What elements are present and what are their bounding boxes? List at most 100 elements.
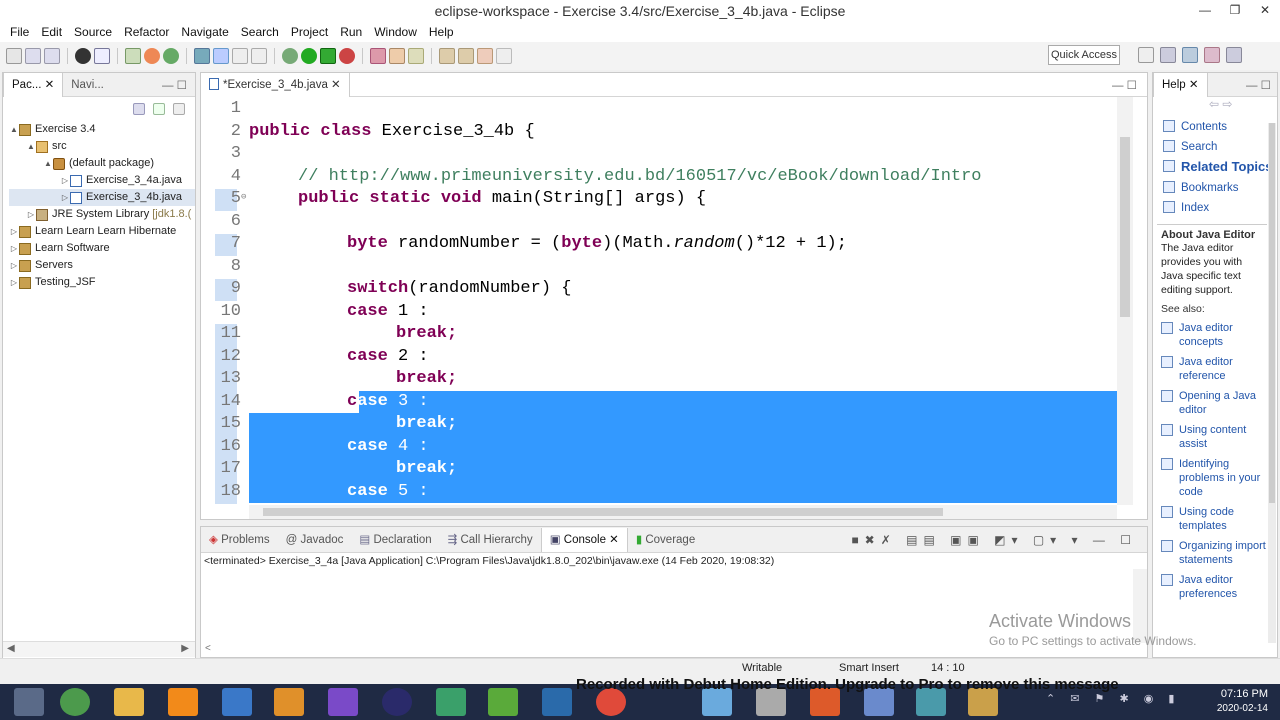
menu-navigate[interactable]: Navigate [175, 25, 234, 39]
save-all-icon[interactable] [44, 48, 60, 64]
help-minimize-maximize-icon[interactable]: — ☐ [1246, 78, 1277, 92]
tab-javadoc[interactable]: @ Javadoc [278, 528, 352, 552]
tab-exercise-3-4b[interactable]: *Exercise_3_4b.java ✕ [201, 72, 350, 97]
back-icon[interactable] [477, 48, 493, 64]
media-player-icon[interactable] [274, 688, 304, 716]
menu-window[interactable]: Window [368, 25, 423, 39]
help-link-item[interactable]: Identifying problems in your code [1161, 457, 1267, 499]
terminal-icon[interactable] [94, 48, 110, 64]
tree-item[interactable]: ▷ Exercise_3_4a.java [9, 172, 195, 189]
save-icon[interactable] [25, 48, 41, 64]
debug-icon[interactable] [75, 48, 91, 64]
help-bookmarks-link[interactable]: Bookmarks [1163, 178, 1277, 198]
help-related-topics-link[interactable]: Related Topics [1163, 159, 1277, 174]
console-scroll-left-icon[interactable]: < [205, 643, 211, 654]
collapsed-twisty-icon[interactable]: ▷ [26, 206, 36, 223]
help-link-item[interactable]: Organizing import statements [1161, 539, 1267, 567]
tree-item[interactable]: ▷ Exercise_3_4b.java [9, 189, 195, 206]
debug-run-icon[interactable] [282, 48, 298, 64]
new-package-icon[interactable] [163, 48, 179, 64]
help-link-item[interactable]: Using code templates [1161, 505, 1267, 533]
menu-project[interactable]: Project [285, 25, 334, 39]
menu-source[interactable]: Source [68, 25, 118, 39]
tab-package-explorer[interactable]: Pac... ✕ [3, 72, 64, 97]
open-type-icon[interactable] [194, 48, 210, 64]
forward-icon[interactable] [496, 48, 512, 64]
tree-item[interactable]: ▲ (default package) [9, 155, 195, 172]
explorer-horizontal-scrollbar[interactable]: ◀ ▶ [3, 641, 195, 657]
collapsed-twisty-icon[interactable]: ▷ [9, 223, 19, 240]
tab-coverage[interactable]: ▮ Coverage [628, 528, 703, 552]
run-icon[interactable] [301, 48, 317, 64]
help-link-item[interactable]: Using content assist [1161, 423, 1267, 451]
minimize-button[interactable]: — [1190, 0, 1220, 22]
tab-help[interactable]: Help ✕ [1153, 72, 1208, 97]
minimize-maximize-icon[interactable]: — ☐ [162, 78, 195, 92]
vlc-icon[interactable] [168, 688, 198, 716]
start-icon[interactable] [14, 688, 44, 716]
link-with-editor-icon[interactable] [153, 103, 165, 115]
console-vertical-scrollbar[interactable] [1133, 569, 1147, 643]
help-search-link[interactable]: Search [1163, 137, 1277, 157]
menu-run[interactable]: Run [334, 25, 368, 39]
help-back-icon[interactable]: ⇦ [1209, 97, 1219, 111]
help-link-item[interactable]: Opening a Java editor [1161, 389, 1267, 417]
editor-minimize-maximize-icon[interactable]: — ☐ [1112, 78, 1147, 92]
expanded-twisty-icon[interactable]: ▲ [26, 138, 36, 155]
view-menu-icon[interactable] [173, 103, 185, 115]
skip-breakpoints-icon[interactable] [125, 48, 141, 64]
maximize-button[interactable]: ❐ [1220, 0, 1250, 22]
annotation-icon[interactable] [408, 48, 424, 64]
help-link-item[interactable]: Java editor concepts [1161, 321, 1267, 349]
editor-horizontal-scrollbar[interactable] [249, 505, 1117, 519]
coverage-icon[interactable] [320, 48, 336, 64]
browser-app-icon[interactable] [60, 688, 90, 716]
help-scroll-thumb[interactable] [1269, 123, 1275, 503]
open-folder-icon[interactable] [389, 48, 405, 64]
menu-file[interactable]: File [4, 25, 35, 39]
quick-access-input[interactable]: Quick Access [1048, 45, 1120, 65]
notepad-icon[interactable] [488, 688, 518, 716]
java-ee-perspective-icon[interactable] [1160, 47, 1176, 63]
python-icon[interactable] [222, 688, 252, 716]
file-explorer-icon[interactable] [114, 688, 144, 716]
tab-declaration[interactable]: ▤ Declaration [351, 528, 439, 552]
console-toolbar[interactable]: ■✖✗ ▤▤ ▣▣ ◩▾ ▢▾ ▾ — ☐ [851, 533, 1147, 547]
visual-studio-icon[interactable] [328, 688, 358, 716]
java-perspective-icon[interactable] [1182, 47, 1198, 63]
tree-item[interactable]: ▷ JRE System Library [jdk1.8.( [9, 206, 195, 223]
tree-item[interactable]: ▷ Testing_JSF [9, 274, 195, 291]
tree-item[interactable]: ▷ Learn Software [9, 240, 195, 257]
scroll-thumb[interactable] [1120, 137, 1130, 317]
help-link-item[interactable]: Java editor preferences [1161, 573, 1267, 601]
code-area[interactable]: 1 2 3 4 5 6 7 8 9 10 11 12 13 14 15 16 1… [201, 97, 1117, 505]
tree-item[interactable]: ▷ Servers [9, 257, 195, 274]
close-window-button[interactable]: ✕ [1250, 0, 1280, 22]
mysql-icon[interactable] [542, 688, 572, 716]
menu-help[interactable]: Help [423, 25, 460, 39]
tab-console[interactable]: ▣ Console ✕ [540, 527, 628, 552]
open-perspective-icon[interactable] [1138, 47, 1154, 63]
hscroll-thumb[interactable] [263, 508, 943, 516]
debug-perspective-icon[interactable] [1204, 47, 1220, 63]
tab-call-hierarchy[interactable]: ⇶ Call Hierarchy [440, 528, 541, 552]
menu-search[interactable]: Search [235, 25, 285, 39]
expanded-twisty-icon[interactable]: ▲ [43, 155, 53, 172]
help-scrollbar[interactable] [1268, 123, 1276, 643]
collapsed-twisty-icon[interactable]: ▷ [9, 240, 19, 257]
tree-item[interactable]: ▲ src [9, 138, 195, 155]
scroll-left-icon[interactable]: ◀ [7, 643, 15, 654]
help-forward-icon[interactable]: ⇨ [1222, 97, 1232, 111]
eclipse-icon[interactable] [382, 688, 412, 716]
collapsed-twisty-icon[interactable]: ▷ [60, 172, 70, 189]
editor-vertical-scrollbar[interactable] [1117, 97, 1133, 505]
git-perspective-icon[interactable] [1226, 47, 1242, 63]
new-project-icon[interactable] [144, 48, 160, 64]
show-whitespace-icon[interactable] [251, 48, 267, 64]
collapsed-twisty-icon[interactable]: ▷ [9, 257, 19, 274]
block-selection-icon[interactable] [232, 48, 248, 64]
new-icon[interactable] [6, 48, 22, 64]
menu-edit[interactable]: Edit [35, 25, 68, 39]
help-link-item[interactable]: Java editor reference [1161, 355, 1267, 383]
tree-item[interactable]: ▲ Exercise 3.4 [9, 121, 195, 138]
